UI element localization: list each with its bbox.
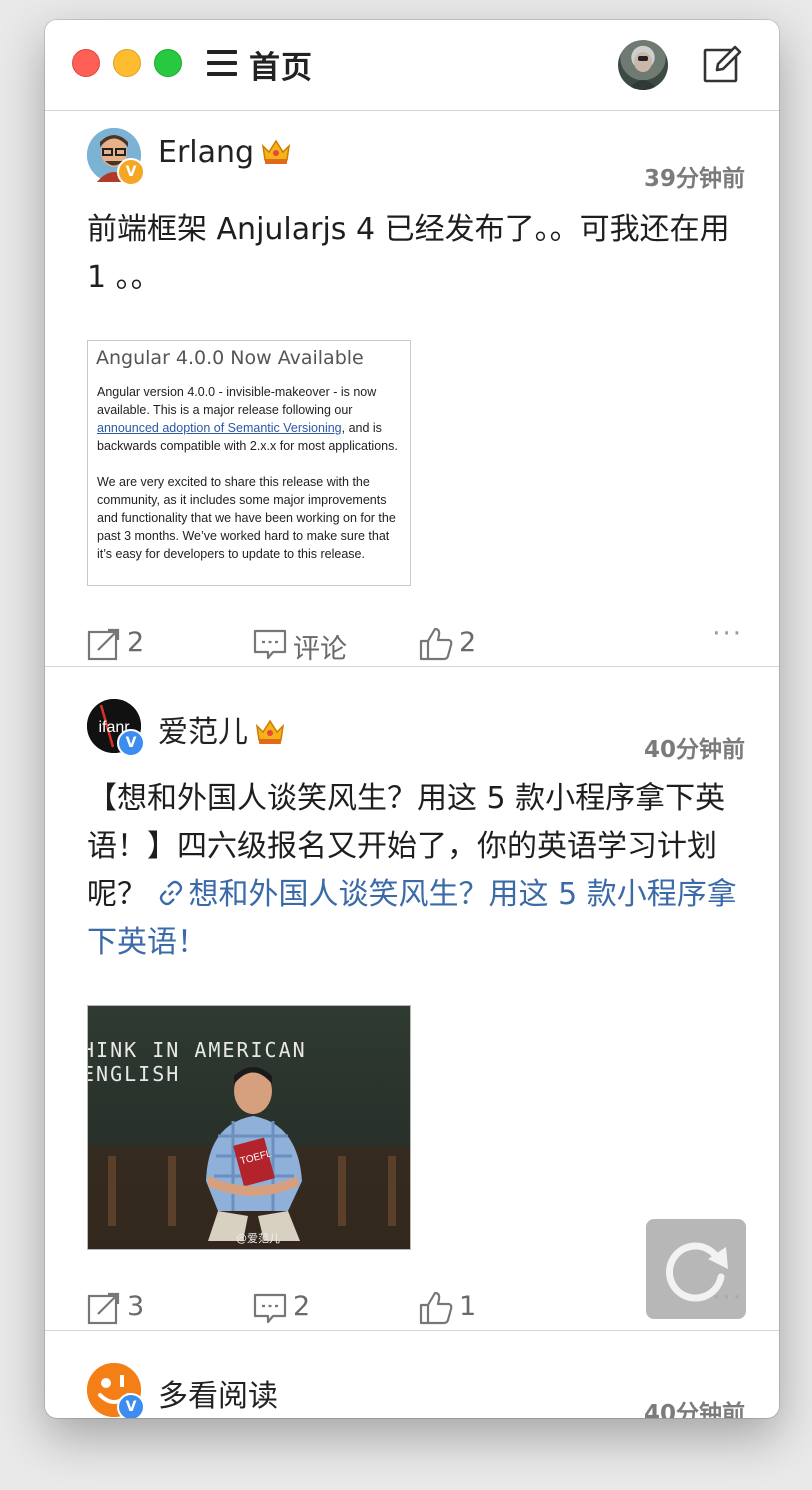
article-paragraph: Angular version 4.0.0 - invisible-makeov… (97, 385, 377, 417)
post-timestamp: 40分钟前 (643, 737, 745, 763)
article-body: Angular version 4.0.0 - invisible-makeov… (88, 369, 410, 563)
comment-count: 2 (293, 1291, 311, 1322)
post-card: V Erlang 39分钟前 前端框架 Anjularjs 4 已经发布了。。可… (45, 111, 779, 666)
compose-edit-icon[interactable] (702, 45, 742, 85)
like-count: 2 (459, 627, 477, 658)
post-image[interactable]: Angular 4.0.0 Now Available Angular vers… (87, 340, 411, 586)
minimize-window-button[interactable] (113, 49, 141, 77)
verified-badge: V (117, 158, 145, 186)
author-name-text: Erlang (158, 135, 255, 170)
author-name[interactable]: Erlang (158, 135, 292, 170)
refresh-button[interactable] (646, 1219, 746, 1319)
verified-badge: V (117, 729, 145, 757)
app-window: 首页 V Erlang 39分钟前 前端框架 Anjularjs 4 已经发布了… (45, 20, 779, 1418)
page-title: 首页 (249, 50, 313, 86)
like-count: 1 (459, 1291, 477, 1322)
comment-button[interactable]: 2 (253, 1289, 373, 1329)
verified-badge: V (117, 1393, 145, 1418)
post-actions: 2 评论 2 ··· (45, 619, 779, 665)
like-button[interactable]: 2 (419, 625, 539, 665)
repost-icon (87, 1292, 120, 1325)
thumbs-up-icon (419, 627, 453, 661)
zoom-window-button[interactable] (154, 49, 182, 77)
close-window-button[interactable] (72, 49, 100, 77)
user-avatar[interactable] (618, 40, 668, 90)
post-timestamp: 39分钟前 (643, 166, 745, 192)
post-image[interactable]: HINK IN AMERICAN ENGLISH TOEFL @爱范儿 (87, 1005, 411, 1250)
repost-icon (87, 628, 120, 661)
hamburger-menu-icon[interactable] (207, 50, 237, 76)
post-text: 【想和外国人谈笑风生？用这 5 款小程序拿下英语！】四六级报名又开始了，你的英语… (87, 775, 747, 967)
photo-watermark: @爱范儿 (236, 1232, 280, 1245)
article-title: Angular 4.0.0 Now Available (96, 347, 364, 369)
thumbs-up-icon (419, 1291, 453, 1325)
comment-icon (253, 629, 287, 660)
post-text: 前端框架 Anjularjs 4 已经发布了。。可我还在用 1 。。 (87, 212, 730, 295)
author-avatar[interactable]: V (87, 1363, 145, 1418)
comment-button[interactable]: 评论 (253, 625, 373, 665)
like-button[interactable]: 1 (419, 1289, 539, 1329)
photo-scene: TOEFL (88, 1067, 410, 1249)
vip-crown-icon (255, 719, 285, 744)
author-avatar[interactable]: V (87, 128, 145, 186)
repost-count: 2 (127, 627, 145, 658)
vip-crown-icon (262, 139, 291, 164)
post-link[interactable]: 想和外国人谈笑风生？用这 5 款小程序拿下英语！ (87, 877, 737, 960)
author-avatar[interactable]: ifanr V (87, 699, 145, 757)
author-name[interactable]: 爱范儿 (158, 707, 286, 751)
repost-button[interactable]: 2 (87, 625, 207, 665)
more-options-icon[interactable]: ··· (712, 619, 743, 649)
article-paragraph: We are very excited to share this releas… (97, 475, 396, 561)
post-card: V 多看阅读 40分钟前 (45, 1331, 779, 1418)
repost-button[interactable]: 3 (87, 1289, 207, 1329)
comment-label: 评论 (293, 634, 347, 665)
author-name[interactable]: 多看阅读 (158, 1371, 278, 1415)
comment-icon (253, 1293, 287, 1324)
link-icon (159, 880, 182, 906)
repost-count: 3 (127, 1291, 145, 1322)
article-link: announced adoption of Semantic Versionin… (97, 421, 342, 435)
author-name-text: 爱范儿 (158, 715, 248, 750)
title-bar: 首页 (45, 20, 779, 111)
post-timestamp: 40分钟前 (643, 1401, 745, 1418)
refresh-icon (666, 1242, 728, 1302)
